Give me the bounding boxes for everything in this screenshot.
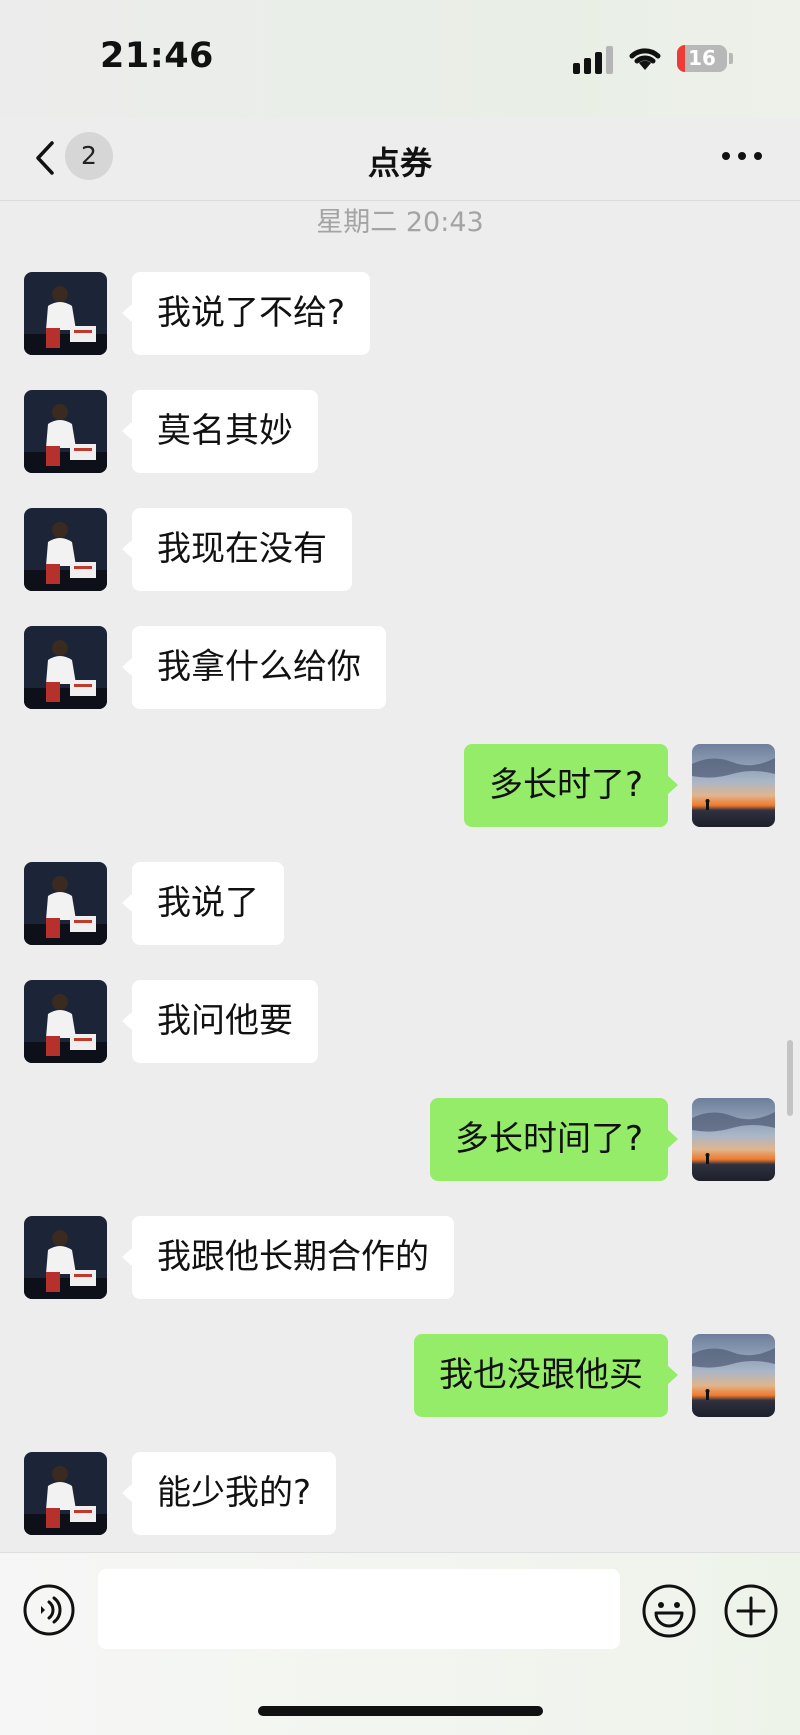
battery-indicator: 16 bbox=[677, 45, 727, 72]
message-row: 多长时间了? bbox=[0, 1098, 800, 1182]
incoming-message-bubble[interactable]: 莫名其妙 bbox=[122, 390, 318, 473]
message-row: 多长时了? bbox=[0, 744, 800, 828]
plus-icon[interactable] bbox=[723, 1583, 779, 1639]
incoming-message-bubble[interactable]: 我跟他长期合作的 bbox=[122, 1216, 454, 1299]
chat-scrollbar[interactable] bbox=[787, 1040, 793, 1116]
outgoing-message-bubble[interactable]: 多长时间了? bbox=[429, 1098, 679, 1181]
contact-avatar[interactable] bbox=[24, 1216, 107, 1299]
home-indicator[interactable] bbox=[258, 1706, 543, 1716]
message-row: 我说了 bbox=[0, 862, 800, 946]
wifi-icon bbox=[629, 48, 661, 70]
cellular-signal-icon bbox=[573, 46, 613, 74]
incoming-message-bubble[interactable]: 我说了 bbox=[122, 862, 284, 945]
my-avatar[interactable] bbox=[692, 1334, 775, 1417]
voice-icon[interactable] bbox=[22, 1583, 76, 1637]
message-input[interactable] bbox=[98, 1569, 620, 1649]
chat-title: 点券 bbox=[367, 144, 432, 182]
incoming-message-bubble[interactable]: 我现在没有 bbox=[122, 508, 352, 591]
message-row: 我拿什么给你 bbox=[0, 626, 800, 710]
message-row: 我问他要 bbox=[0, 980, 800, 1064]
message-row: 我跟他长期合作的 bbox=[0, 1216, 800, 1300]
contact-avatar[interactable] bbox=[24, 272, 107, 355]
chat-timestamp: 星期二 20:43 bbox=[316, 207, 484, 238]
message-row: 我也没跟他买 bbox=[0, 1334, 800, 1418]
contact-avatar[interactable] bbox=[24, 390, 107, 473]
contact-avatar[interactable] bbox=[24, 626, 107, 709]
status-time: 21:46 bbox=[100, 36, 214, 76]
battery-percent: 16 bbox=[688, 46, 716, 70]
message-row: 我现在没有 bbox=[0, 508, 800, 592]
contact-avatar[interactable] bbox=[24, 980, 107, 1063]
my-avatar[interactable] bbox=[692, 744, 775, 827]
emoji-icon[interactable] bbox=[641, 1583, 697, 1639]
contact-avatar[interactable] bbox=[24, 1452, 107, 1535]
outgoing-message-bubble[interactable]: 多长时了? bbox=[463, 744, 679, 827]
status-bar: 21:46 16 bbox=[0, 0, 800, 118]
incoming-message-bubble[interactable]: 我问他要 bbox=[122, 980, 318, 1063]
contact-avatar[interactable] bbox=[24, 862, 107, 945]
incoming-message-bubble[interactable]: 我说了不给? bbox=[121, 272, 371, 355]
message-row: 莫名其妙 bbox=[0, 390, 800, 474]
nav-bar: 2 点券 bbox=[0, 118, 800, 201]
incoming-message-bubble[interactable]: 我拿什么给你 bbox=[122, 626, 386, 709]
my-avatar[interactable] bbox=[692, 1098, 775, 1181]
message-row: 我说了不给? bbox=[0, 272, 800, 356]
more-dots-icon[interactable] bbox=[720, 148, 764, 164]
contact-avatar[interactable] bbox=[24, 508, 107, 591]
outgoing-message-bubble[interactable]: 我也没跟他买 bbox=[414, 1334, 678, 1417]
message-row: 能少我的? bbox=[0, 1452, 800, 1536]
battery-tip bbox=[729, 53, 733, 64]
incoming-message-bubble[interactable]: 能少我的? bbox=[121, 1452, 337, 1535]
